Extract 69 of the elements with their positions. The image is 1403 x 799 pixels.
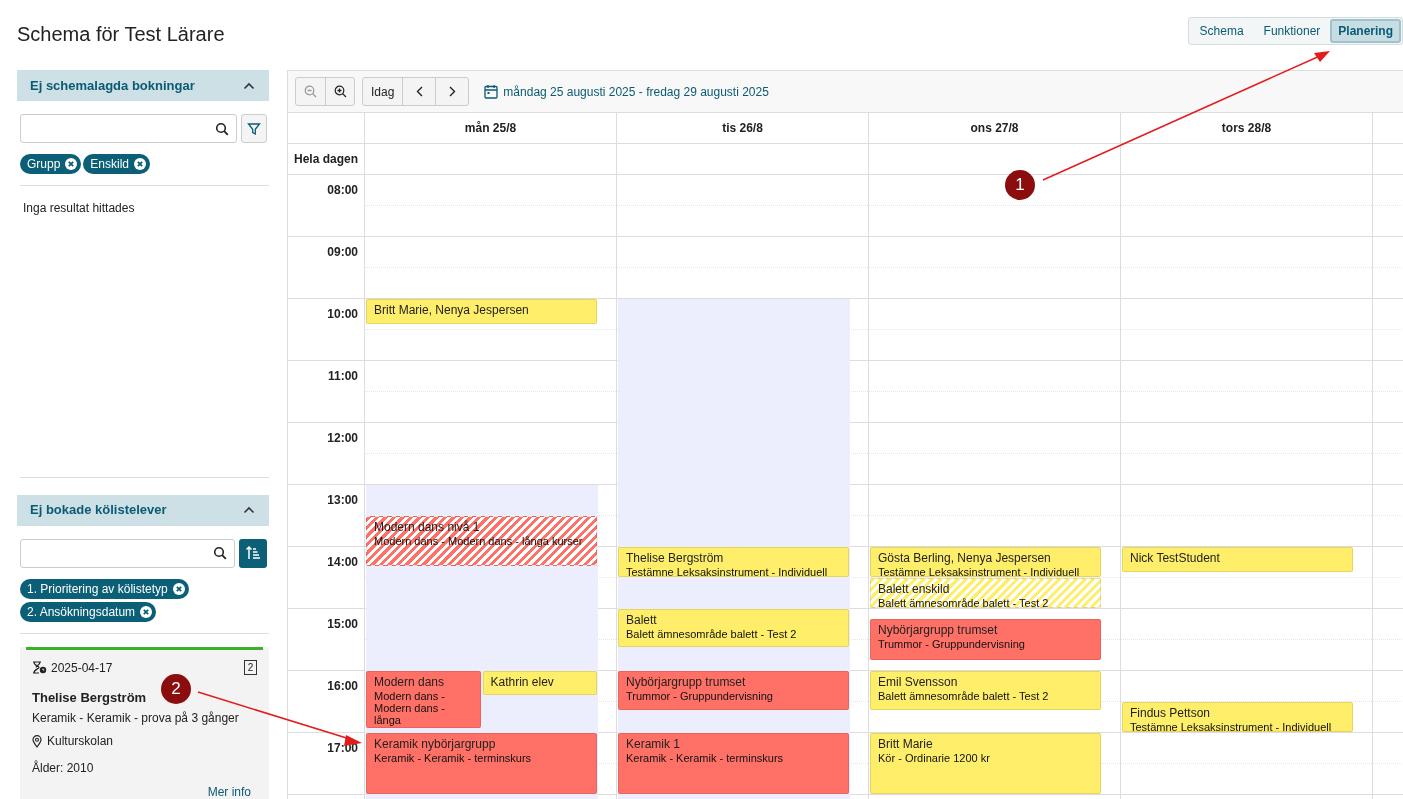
filter-chip[interactable]: Grupp: [20, 154, 82, 175]
calendar-event[interactable]: Kathrin elev: [482, 671, 597, 695]
hourglass-icon: [32, 661, 47, 675]
search-icon: [215, 121, 229, 136]
page-title: Schema för Test Lärare: [17, 22, 225, 46]
location-text: Kulturskolan: [47, 733, 114, 751]
calendar-event[interactable]: Britt Marie Kör - Ordinarie 1200 kr: [870, 733, 1101, 794]
calendar-event[interactable]: Emil Svensson Balett ämnesområde balett - Test 2: [870, 671, 1101, 711]
chevron-left-icon: [415, 86, 423, 97]
search-icon: [213, 546, 227, 561]
view-tab[interactable]: Schema: [1189, 19, 1254, 43]
filter-chip[interactable]: Enskild: [83, 154, 151, 175]
calendar-event[interactable]: Britt Marie, Nenya Jespersen: [366, 299, 597, 324]
calendar-event[interactable]: Findus Pettson Testämne Leksaksinstrument - Individuell: [1122, 702, 1353, 732]
course-name: Keramik - Keramik - prova på 3 gånger: [32, 710, 240, 728]
filter-chip[interactable]: 1. Prioritering av kölistetyp: [20, 578, 189, 599]
filter-chip[interactable]: 2. Ansökningsdatum: [20, 601, 157, 622]
panel-header[interactable]: Ej schemalagda bokningar: [17, 70, 269, 102]
search-field[interactable]: [20, 114, 237, 144]
calendar-event[interactable]: Nick TestStudent: [1122, 547, 1353, 572]
panel-title: Ej bokade kölistelever: [30, 501, 167, 520]
calendar-event[interactable]: Keramik nybörjargrupp Keramik - Keramik - terminskurs: [366, 733, 597, 794]
panel-title: Ej schemalagda bokningar: [30, 76, 195, 95]
location-icon: [32, 734, 42, 748]
sort-button[interactable]: [239, 538, 267, 568]
time-label: 09:00: [327, 244, 358, 258]
remove-icon: [134, 158, 147, 171]
annotation-marker: 1: [1005, 170, 1035, 200]
empty-message: Inga resultat hittades: [23, 200, 136, 218]
panel-header[interactable]: Ej bokade kölistelever: [17, 494, 269, 526]
calendar-icon: [484, 84, 499, 99]
calendar-event[interactable]: Balett Balett ämnesområde balett - Test 2: [618, 609, 849, 648]
time-label: 12:00: [327, 430, 358, 444]
calendar-event[interactable]: Nybörjargrupp trumset Trummor - Gruppundervisning: [870, 619, 1101, 660]
queue-date: 2025-04-17: [51, 659, 113, 677]
view-tab[interactable]: Funktioner: [1253, 19, 1331, 43]
calendar-event[interactable]: Keramik 1 Keramik - Keramik - terminskurs: [618, 733, 849, 794]
calendar-event[interactable]: Thelise Bergström Testämne Leksaksinstrument - Individuell: [618, 547, 849, 577]
chevron-right-icon: [448, 86, 456, 97]
zoom-out-icon: [304, 85, 317, 98]
calendar-event[interactable]: Modern dans Modern dans - Modern dans - långa: [366, 671, 481, 728]
remove-icon: [65, 158, 78, 171]
time-label: 08:00: [327, 182, 358, 196]
time-label: 14:00: [327, 554, 358, 568]
view-tab[interactable]: Planering: [1330, 19, 1401, 43]
calendar-event[interactable]: Nybörjargrupp trumset Trummor - Gruppundervisning: [618, 671, 849, 711]
student-name: Thelise Bergström: [32, 688, 147, 707]
search-field[interactable]: [20, 538, 235, 568]
filter-button[interactable]: [241, 114, 267, 144]
day-header: mån 25/8: [464, 120, 517, 137]
zoom-in-icon: [333, 85, 347, 98]
date-range-button[interactable]: måndag 25 augusti 2025 - fredag 29 augusti 2025: [484, 82, 769, 101]
calendar-event[interactable]: Gösta Berling, Nenya Jespersen Testämne Leksaksinstrument - Individuell: [870, 547, 1101, 577]
more-info-link[interactable]: Mer info: [207, 783, 251, 799]
time-label: 11:00: [327, 368, 358, 382]
remove-icon: [172, 582, 185, 595]
age-text: Ålder: 2010: [32, 759, 95, 778]
time-label: 10:00: [327, 306, 358, 320]
time-label: 15:00: [327, 616, 358, 630]
count-badge: 2: [244, 660, 257, 676]
all-day-label: Hela dagen: [293, 151, 358, 168]
time-label: 16:00: [327, 678, 358, 692]
day-header: tors 28/8: [1221, 120, 1272, 137]
day-header: tis 26/8: [722, 120, 763, 137]
remove-icon: [140, 605, 153, 618]
time-label: 13:00: [327, 492, 358, 506]
sort-icon: [245, 545, 261, 562]
day-header: ons 27/8: [970, 120, 1019, 137]
filter-icon: [247, 121, 261, 136]
